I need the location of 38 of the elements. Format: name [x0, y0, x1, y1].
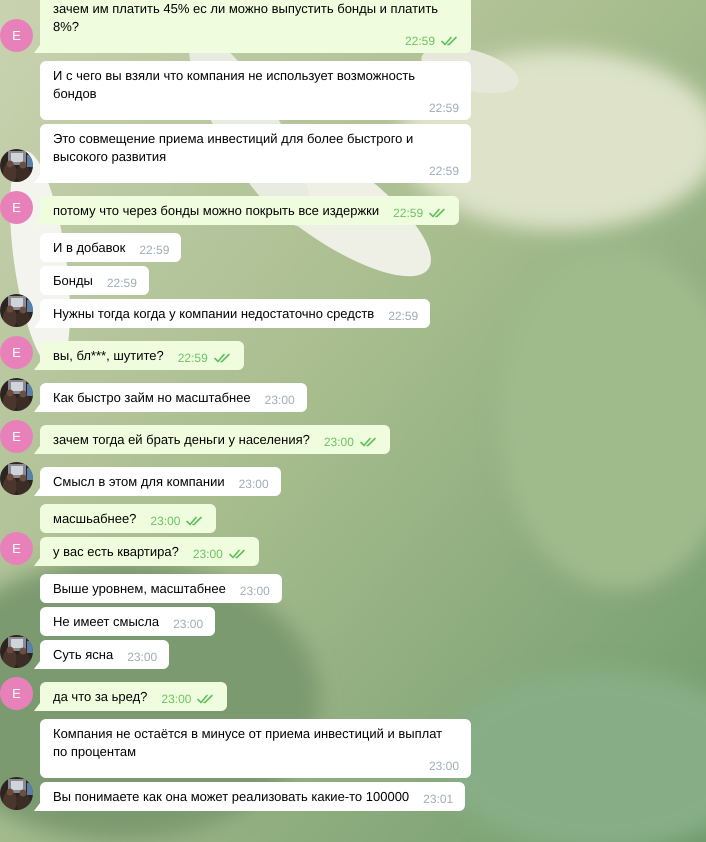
- message-text: Бонды: [53, 272, 93, 290]
- message-text: Выше уровнем, масштабнее: [53, 580, 226, 598]
- message-time: 23:00: [161, 692, 192, 706]
- message-text: у вас есть квартира?: [53, 543, 179, 561]
- message-time: 23:00: [428, 759, 459, 773]
- message-text: Вы понимаете как она может реализовать какие-то 100000: [53, 788, 410, 806]
- message-time: 22:59: [388, 309, 418, 323]
- message-time: 23:00: [238, 477, 269, 491]
- message-time: 22:59: [428, 101, 459, 115]
- message-time: 23:00: [240, 584, 270, 598]
- message-time: 23:00: [150, 514, 180, 528]
- message-text: потому что через бонды можно покрыть все издержки: [53, 202, 380, 220]
- message-text: И в добавок: [53, 239, 126, 257]
- message-time: 22:59: [106, 276, 137, 290]
- message-time: 22:59: [428, 164, 459, 178]
- message-time: 22:59: [393, 206, 424, 220]
- message-time: 23:00: [127, 650, 158, 664]
- message-time: 23:00: [324, 435, 354, 449]
- message-time: 23:00: [192, 547, 223, 561]
- message-text: да что за ьред?: [53, 688, 148, 706]
- message-time: 22:59: [178, 351, 208, 365]
- message-text: зачем тогда ей брать деньги у населения?: [53, 431, 310, 449]
- message-time: 22:59: [404, 34, 435, 48]
- message-text: Не имеет смысла: [53, 613, 160, 631]
- message-text: И с чего вы взяли что компания не использует возможность бондов: [53, 67, 416, 103]
- message-text: Суть ясна: [53, 646, 114, 664]
- message-text: Смысл в этом для компании: [53, 473, 225, 491]
- message-text: Это совмещение приема инвестиций для более быстрого и высокого развития: [53, 130, 414, 166]
- message-text: Как быстро займ но масштабнее: [53, 389, 251, 407]
- message-time: 22:59: [139, 243, 170, 257]
- message-time: 23:00: [264, 393, 295, 407]
- message-text: зачем им платить 45% ес ли можно выпустить бонды и платить 8%?: [53, 0, 440, 36]
- message-text: Нужны тогда когда у компании недостаточно средств: [53, 305, 374, 323]
- message-text: вы, бл***, шутите?: [53, 347, 164, 365]
- message-text: масшьабнее?: [53, 510, 136, 528]
- message-text: Компания не остаётся в минусе от приема инвестиций и выплат по процентам: [53, 725, 444, 761]
- message-time: 23:00: [173, 617, 204, 631]
- message-time: 23:01: [423, 792, 454, 806]
